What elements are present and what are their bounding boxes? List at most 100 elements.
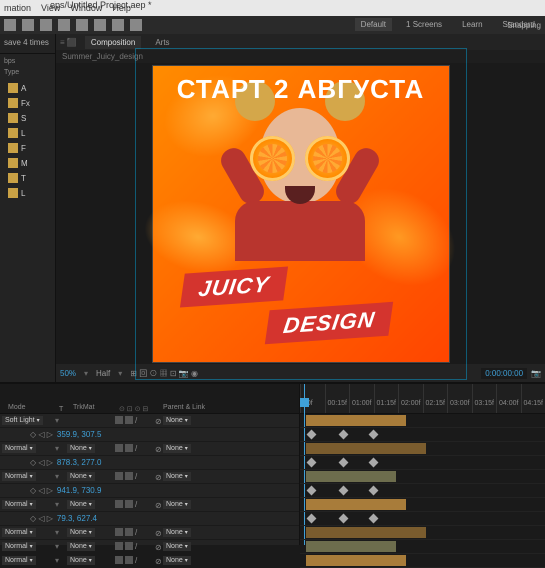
track-row[interactable] [300,414,545,428]
folder-item[interactable]: F [2,141,53,155]
folder-item[interactable]: S [2,111,53,125]
keyframe[interactable] [339,486,349,496]
property-value[interactable]: 79.3, 627.4 [57,514,97,523]
workspace-learn[interactable]: Learn [456,18,488,31]
track-row[interactable] [300,498,545,512]
folder-item[interactable]: Fx [2,96,53,110]
col-trkmat[interactable]: TrkMat [69,402,119,413]
camera-tool-icon[interactable] [94,19,106,31]
quality-dropdown[interactable]: Half [96,369,110,378]
switch-icon[interactable] [125,444,133,452]
blend-mode-dropdown[interactable]: Normal [2,500,36,509]
switch-icon[interactable] [115,416,123,424]
property-row[interactable]: ◇ ◁ ▷878.3, 277.0 [0,456,299,470]
switch-icon[interactable] [115,556,123,564]
tab-arts[interactable]: Arts [149,36,175,49]
layer-row[interactable]: Normal ▾ None / ⊘ None [0,554,299,568]
current-time[interactable]: 0:00:00:00 [481,368,527,379]
keyframe[interactable] [369,458,379,468]
col-mode[interactable]: Mode [4,402,59,413]
folder-item[interactable]: T [2,171,53,185]
keyframe[interactable] [307,514,317,524]
property-track[interactable] [300,456,545,470]
rotate-tool-icon[interactable] [76,19,88,31]
trkmat-dropdown[interactable]: None [67,500,95,509]
project-tree[interactable]: A Fx S L F M T L [0,78,55,203]
trkmat-dropdown[interactable]: None [67,542,95,551]
layer-clip[interactable] [306,471,396,482]
property-track[interactable] [300,512,545,526]
home-icon[interactable] [4,19,16,31]
blend-mode-dropdown[interactable]: Normal [2,556,36,565]
trkmat-dropdown[interactable]: None [67,528,95,537]
composition-viewport[interactable]: JUICY DESIGN [56,63,545,364]
layer-clip[interactable] [306,443,426,454]
tab-composition[interactable]: Composition [85,36,141,49]
link-icon[interactable]: ⊘ [155,473,163,481]
parent-dropdown[interactable]: None [163,542,191,551]
blend-mode-dropdown[interactable]: Normal [2,472,36,481]
layer-clip[interactable] [306,555,406,566]
switch-icon[interactable] [125,416,133,424]
blend-mode-dropdown[interactable]: Soft Light [2,416,43,425]
parent-dropdown[interactable]: None [163,444,191,453]
property-row[interactable]: ◇ ◁ ▷941.9, 730.9 [0,484,299,498]
trkmat-dropdown[interactable]: None [67,556,95,565]
property-row[interactable]: ◇ ◁ ▷79.3, 627.4 [0,512,299,526]
keyframe[interactable] [369,514,379,524]
keyframe[interactable] [307,430,317,440]
workspace-standard[interactable]: Standard [497,18,541,31]
link-icon[interactable]: ⊘ [155,557,163,565]
folder-item[interactable]: A [2,81,53,95]
switch-icon[interactable] [115,500,123,508]
layer-clip[interactable] [306,415,406,426]
folder-item[interactable]: M [2,156,53,170]
trkmat-dropdown[interactable]: None [67,444,95,453]
keyframe[interactable] [369,486,379,496]
keyframe[interactable] [339,514,349,524]
layer-row[interactable]: Normal ▾ None / ⊘ None [0,526,299,540]
folder-item[interactable]: L [2,186,53,200]
link-icon[interactable]: ⊘ [155,529,163,537]
layer-row[interactable]: Normal ▾ None / ⊘ None [0,498,299,512]
parent-dropdown[interactable]: None [163,472,191,481]
zoom-tool-icon[interactable] [58,19,70,31]
zoom-dropdown[interactable]: 50% [60,369,76,378]
track-row[interactable] [300,554,545,568]
blend-mode-dropdown[interactable]: Normal [2,542,36,551]
property-track[interactable] [300,484,545,498]
switch-icon[interactable] [115,528,123,536]
timeline-ruler[interactable]: 00f00:15f01:00f01:15f02:00f02:15f03:00f0… [300,384,545,414]
keyframe[interactable] [339,458,349,468]
switch-icon[interactable] [115,444,123,452]
property-value[interactable]: 878.3, 277.0 [57,458,101,467]
text-tool-icon[interactable] [130,19,142,31]
link-icon[interactable]: ⊘ [155,445,163,453]
col-parent[interactable]: Parent & Link [159,402,295,413]
property-value[interactable]: 359.9, 307.5 [57,430,101,439]
switch-icon[interactable] [125,542,133,550]
workspace-screens[interactable]: 1 Screens [400,18,448,31]
camera-icon[interactable]: 📷 [531,369,541,378]
switch-icon[interactable] [115,542,123,550]
keyframe[interactable] [369,430,379,440]
layer-row[interactable]: Soft Light ▾ / ⊘ None [0,414,299,428]
workspace-default[interactable]: Default [355,18,392,31]
trkmat-dropdown[interactable]: None [67,472,95,481]
keyframe[interactable] [339,430,349,440]
link-icon[interactable]: ⊘ [155,417,163,425]
menu-mation[interactable]: mation [4,3,31,13]
switch-icon[interactable] [125,556,133,564]
hand-tool-icon[interactable] [40,19,52,31]
track-row[interactable] [300,540,545,554]
folder-item[interactable]: L [2,126,53,140]
track-row[interactable] [300,470,545,484]
parent-dropdown[interactable]: None [163,556,191,565]
switch-icon[interactable] [125,500,133,508]
switch-icon[interactable] [125,472,133,480]
layer-row[interactable]: Normal ▾ None / ⊘ None [0,540,299,554]
layer-row[interactable]: Normal ▾ None / ⊘ None [0,442,299,456]
link-icon[interactable]: ⊘ [155,501,163,509]
track-row[interactable] [300,526,545,540]
keyframe[interactable] [307,486,317,496]
